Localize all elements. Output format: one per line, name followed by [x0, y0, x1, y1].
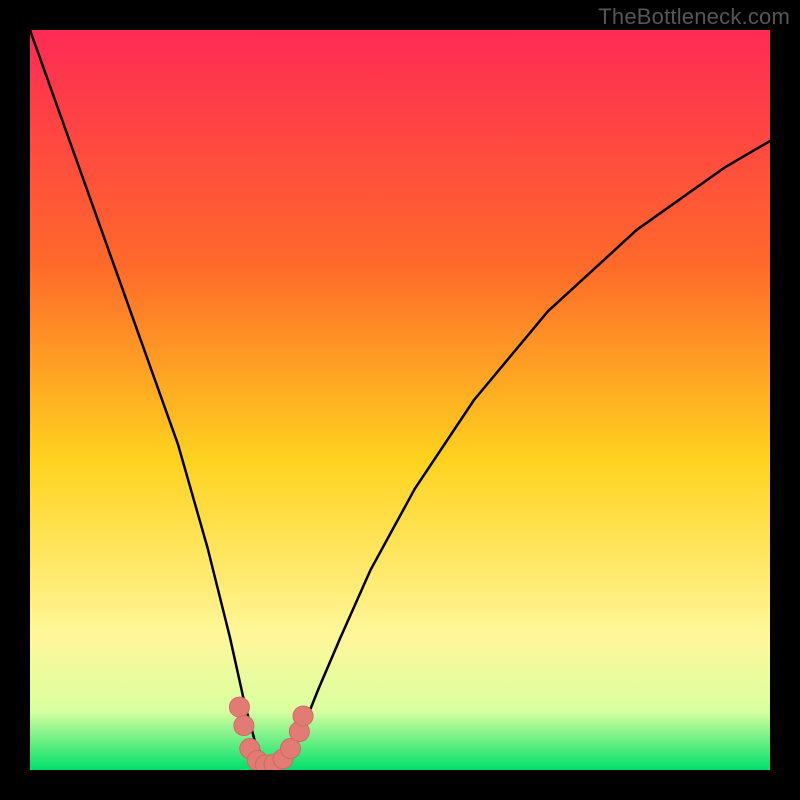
curve-marker [229, 697, 249, 717]
gradient-background [30, 30, 770, 770]
curve-marker [293, 706, 313, 726]
watermark-text: TheBottleneck.com [598, 4, 790, 30]
plot-svg [30, 30, 770, 770]
curve-marker [234, 716, 254, 736]
plot-area [30, 30, 770, 770]
